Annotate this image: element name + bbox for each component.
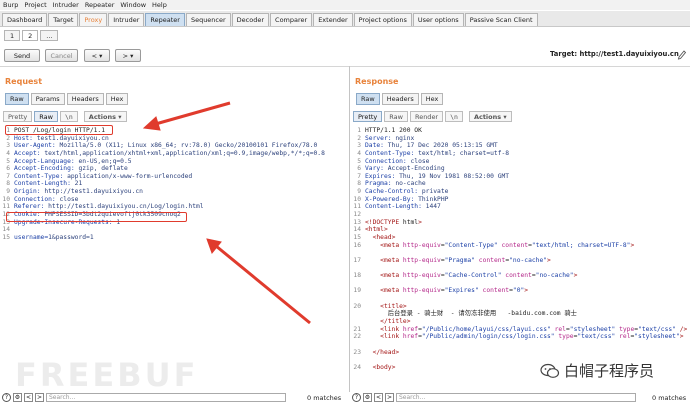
burp-window: Burp Project Intruder Repeater Window Help Da…: [0, 0, 690, 403]
freebuf-watermark: FREEBUF: [15, 356, 199, 394]
request-match-count: 0 matches: [307, 394, 342, 402]
response-match-count: 0 matches: [652, 394, 687, 402]
request-search-input[interactable]: Search...: [46, 393, 286, 402]
response-search-bar: ? ⚙ < > Search...: [352, 392, 636, 403]
next-match-icon[interactable]: >: [35, 393, 44, 402]
wechat-badge: 白帽子程序员: [540, 360, 654, 381]
help-icon[interactable]: ?: [2, 393, 11, 402]
settings-icon[interactable]: ⚙: [363, 393, 372, 402]
arrow-to-cookie: [206, 238, 311, 325]
arrow-to-request-line: [142, 101, 231, 131]
previous-match-icon[interactable]: <: [374, 393, 383, 402]
help-icon[interactable]: ?: [352, 393, 361, 402]
annotation-arrows: [142, 101, 311, 325]
wechat-account-name: 白帽子程序员: [564, 362, 655, 380]
response-search-input[interactable]: Search...: [396, 393, 636, 402]
settings-icon[interactable]: ⚙: [13, 393, 22, 402]
next-match-icon[interactable]: >: [385, 393, 394, 402]
previous-match-icon[interactable]: <: [24, 393, 33, 402]
request-search-bar: ? ⚙ < > Search...: [2, 392, 286, 403]
wechat-icon: [540, 363, 560, 378]
